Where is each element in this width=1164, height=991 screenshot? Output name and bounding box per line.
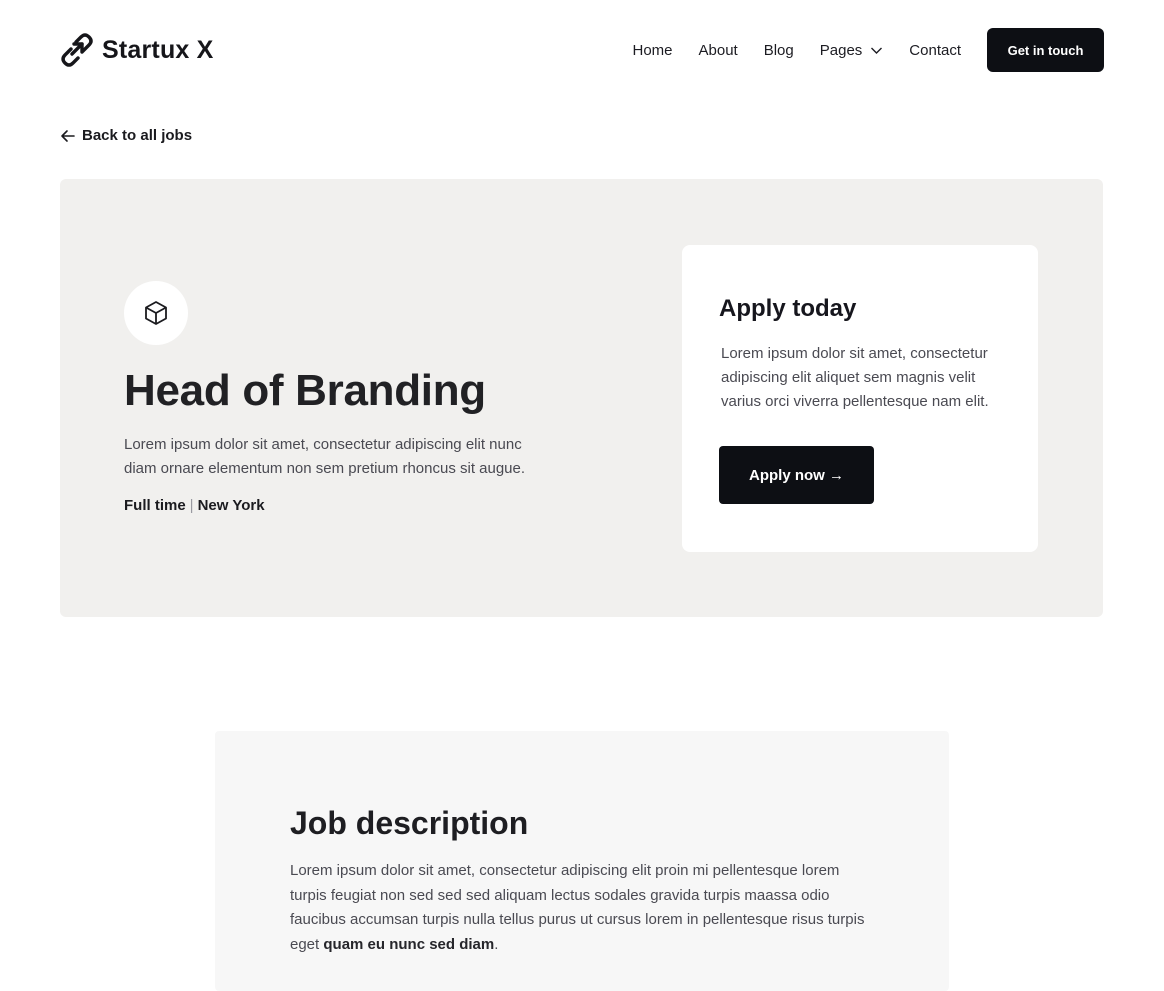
nav-contact[interactable]: Contact	[909, 42, 961, 59]
job-location: New York	[197, 497, 265, 514]
job-title: Head of Branding	[124, 366, 486, 415]
job-meta: Full time | New York	[124, 497, 265, 514]
job-type: Full time	[124, 497, 186, 514]
apply-title: Apply today	[719, 295, 857, 322]
job-description-text: Lorem ipsum dolor sit amet, consectetur …	[290, 859, 870, 957]
chevron-down-icon	[871, 47, 883, 54]
nav-blog[interactable]: Blog	[764, 42, 794, 59]
job-description-bold: quam eu nunc sed diam	[323, 935, 495, 953]
site-header: Startux X Home About Blog Pages Contact …	[60, 28, 1104, 72]
main-nav: Home About Blog Pages Contact Get in tou…	[633, 28, 1104, 72]
nav-pages-label: Pages	[819, 41, 863, 59]
arrow-left-icon	[61, 129, 75, 142]
nav-pages[interactable]: Pages	[820, 42, 884, 59]
back-link-label: Back to all jobs	[82, 127, 193, 144]
apply-card: Apply today Lorem ipsum dolor sit amet, …	[682, 245, 1038, 552]
back-to-jobs-link[interactable]: Back to all jobs	[60, 127, 192, 144]
job-description-title: Job description	[290, 805, 529, 841]
brand-name: Startux X	[102, 35, 214, 64]
nav-about[interactable]: About	[699, 42, 738, 59]
job-description-section: Job description Lorem ipsum dolor sit am…	[215, 731, 949, 991]
job-summary: Lorem ipsum dolor sit amet, consectetur …	[124, 436, 526, 477]
job-hero: Head of Branding Lorem ipsum dolor sit a…	[60, 179, 1103, 617]
brand-logo[interactable]: Startux X	[60, 32, 214, 68]
get-in-touch-button[interactable]: Get in touch	[987, 28, 1104, 72]
cube-icon	[145, 301, 167, 325]
job-icon-badge	[124, 281, 188, 345]
nav-home[interactable]: Home	[633, 42, 673, 59]
apply-text: Lorem ipsum dolor sit amet, consectetur …	[721, 345, 989, 410]
apply-now-button[interactable]: Apply now →	[719, 446, 874, 504]
meta-separator: |	[189, 497, 194, 514]
link-arrow-logo-icon	[61, 33, 93, 67]
job-description-end: .	[494, 935, 499, 953]
